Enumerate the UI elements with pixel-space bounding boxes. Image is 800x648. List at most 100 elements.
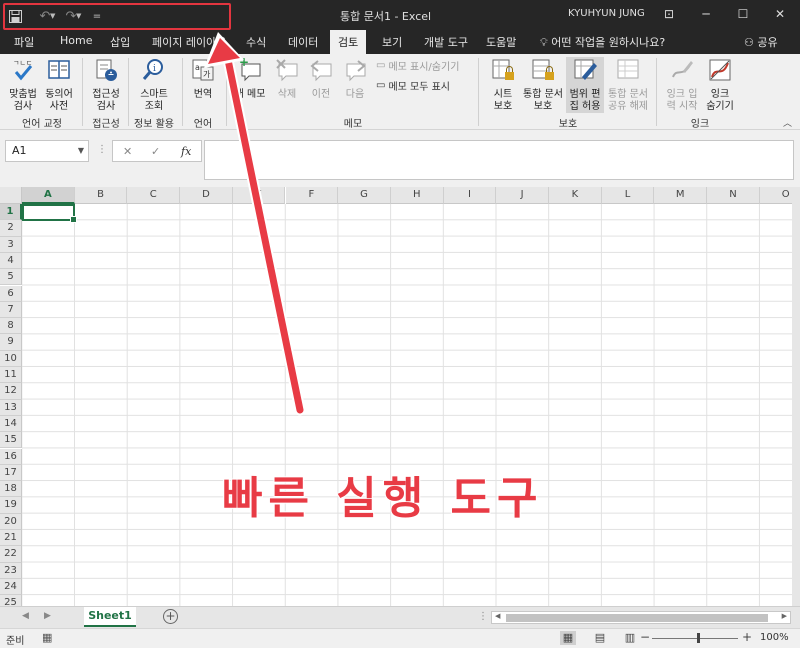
select-all-button[interactable]	[0, 187, 22, 204]
tab-help[interactable]: 도움말	[486, 34, 516, 50]
row-header-7[interactable]: 7	[0, 301, 22, 319]
macro-record-icon[interactable]: ▦	[42, 631, 52, 644]
tab-view[interactable]: 보기	[382, 34, 402, 50]
formula-bar-grip[interactable]: ⋮	[97, 144, 107, 155]
show-hide-comment-button[interactable]: ▭ 메모 표시/숨기기	[376, 58, 459, 73]
row-header-8[interactable]: 8	[0, 318, 22, 335]
undo-dropdown[interactable]: ▼	[50, 12, 60, 20]
column-header-e[interactable]: E	[232, 187, 286, 204]
row-header-1[interactable]: 1	[0, 204, 22, 221]
column-header-j[interactable]: J	[496, 187, 549, 204]
close-button[interactable]: ✕	[768, 4, 792, 24]
user-name[interactable]: KYUHYUN JUNG	[568, 8, 645, 19]
sheet-tab-sheet1[interactable]: Sheet1	[84, 607, 136, 627]
translate-button[interactable]: a가 번역	[188, 57, 218, 101]
row-header-19[interactable]: 19	[0, 497, 22, 514]
column-header-b[interactable]: B	[74, 187, 128, 204]
column-header-k[interactable]: K	[549, 187, 602, 204]
row-header-17[interactable]: 17	[0, 464, 22, 482]
maximize-button[interactable]: ☐	[731, 4, 755, 24]
tab-data[interactable]: 데이터	[288, 34, 318, 50]
scroll-left-arrow[interactable]: ◀	[495, 612, 500, 620]
protect-workbook-button[interactable]: 통합 문서 보호	[522, 57, 564, 113]
column-header-d[interactable]: D	[180, 187, 233, 204]
ribbon-display-options-button[interactable]: ⊡	[657, 4, 681, 24]
row-header-2[interactable]: 2	[0, 220, 22, 237]
scroll-tabs-left-button[interactable]: ◀	[22, 611, 29, 621]
unshare-workbook-button[interactable]: 통합 문서 공유 해제	[606, 57, 650, 113]
row-header-16[interactable]: 16	[0, 448, 22, 465]
protect-sheet-button[interactable]: 시트 보호	[486, 57, 520, 113]
save-button[interactable]	[4, 6, 26, 26]
column-header-i[interactable]: I	[443, 187, 497, 204]
zoom-level[interactable]: 100%	[760, 632, 789, 643]
column-header-l[interactable]: L	[601, 187, 655, 204]
show-all-comments-button[interactable]: ▭ 메모 모두 표시	[376, 78, 450, 93]
scroll-right-arrow[interactable]: ▶	[782, 612, 787, 620]
column-header-f[interactable]: F	[285, 187, 339, 204]
column-header-g[interactable]: G	[338, 187, 391, 204]
tab-file[interactable]: 파일	[14, 34, 34, 50]
formula-input[interactable]	[204, 140, 794, 180]
thesaurus-button[interactable]: 동의어 사전	[42, 57, 76, 113]
row-header-13[interactable]: 13	[0, 399, 22, 416]
row-header-12[interactable]: 12	[0, 383, 22, 400]
row-header-6[interactable]: 6	[0, 285, 22, 302]
allow-edit-ranges-button[interactable]: 범위 편 집 허용	[566, 57, 604, 113]
redo-dropdown[interactable]: ▼	[76, 12, 86, 20]
column-header-a[interactable]: A	[22, 187, 75, 204]
new-comment-button[interactable]: + 새 메모	[232, 55, 268, 101]
row-header-25[interactable]: 25	[0, 595, 22, 606]
new-sheet-button[interactable]: +	[163, 609, 178, 624]
zoom-slider-thumb[interactable]	[697, 633, 700, 643]
collapse-ribbon-button[interactable]: ︿	[783, 116, 792, 129]
page-layout-view-button[interactable]: ▤	[592, 631, 608, 645]
horizontal-scroll-thumb[interactable]	[506, 614, 768, 622]
column-header-m[interactable]: M	[654, 187, 708, 204]
delete-comment-button[interactable]: 삭제	[272, 57, 302, 101]
row-header-10[interactable]: 10	[0, 350, 22, 367]
check-accessibility-button[interactable]: 접근성 검사	[88, 57, 124, 113]
row-header-9[interactable]: 9	[0, 334, 22, 351]
tab-review[interactable]: 검토	[330, 30, 367, 54]
row-header-18[interactable]: 18	[0, 481, 22, 498]
page-break-view-button[interactable]: ▥	[622, 631, 638, 645]
tab-developer[interactable]: 개발 도구	[424, 34, 468, 50]
tab-page-layout[interactable]: 페이지 레이아웃	[152, 34, 226, 50]
row-header-24[interactable]: 24	[0, 578, 22, 596]
row-header-21[interactable]: 21	[0, 530, 22, 547]
zoom-slider-track[interactable]	[652, 638, 738, 639]
row-header-4[interactable]: 4	[0, 252, 22, 270]
enter-entry-button[interactable]: ✓	[151, 145, 160, 158]
tell-me-search[interactable]: 💡︎ 어떤 작업을 원하시나요?	[540, 34, 665, 50]
tab-split-grip[interactable]: ⋮	[478, 611, 488, 622]
worksheet-grid[interactable]: ABCDEFGHIJKLMNO 1 2 3 4 5 6 7 8 9 10 11 12 13 14 15 16 1…	[0, 187, 792, 606]
tab-formulas[interactable]: 수식	[246, 34, 266, 50]
active-cell-a1[interactable]	[22, 204, 77, 223]
tab-home[interactable]: Home	[60, 34, 92, 47]
row-header-15[interactable]: 15	[0, 432, 22, 449]
column-header-o[interactable]: O	[759, 187, 792, 204]
normal-view-button[interactable]: ▦	[560, 631, 576, 645]
vertical-scrollbar[interactable]	[792, 187, 800, 606]
spelling-button[interactable]: ㄱㄴㄷ 맞춤법 검사	[6, 57, 40, 113]
row-header-3[interactable]: 3	[0, 236, 22, 253]
row-header-11[interactable]: 11	[0, 367, 22, 384]
horizontal-scrollbar[interactable]: ◀ ▶	[491, 611, 791, 624]
row-header-5[interactable]: 5	[0, 269, 22, 286]
row-header-14[interactable]: 14	[0, 415, 22, 433]
row-header-23[interactable]: 23	[0, 562, 22, 579]
column-header-h[interactable]: H	[390, 187, 444, 204]
column-header-n[interactable]: N	[707, 187, 760, 204]
row-header-22[interactable]: 22	[0, 546, 22, 563]
tab-insert[interactable]: 삽입	[110, 34, 130, 50]
zoom-out-button[interactable]: −	[640, 630, 650, 644]
share-button[interactable]: ⚇ 공유	[744, 34, 778, 50]
cell-area[interactable]	[22, 204, 792, 606]
zoom-in-button[interactable]: +	[742, 630, 752, 644]
minimize-button[interactable]: ─	[694, 4, 718, 24]
smart-lookup-button[interactable]: i 스마트 조회	[134, 57, 174, 113]
previous-comment-button[interactable]: 이전	[306, 57, 336, 101]
hide-ink-button[interactable]: 잉크 숨기기	[704, 57, 736, 113]
start-inking-button[interactable]: 잉크 입 력 시작	[662, 57, 702, 113]
